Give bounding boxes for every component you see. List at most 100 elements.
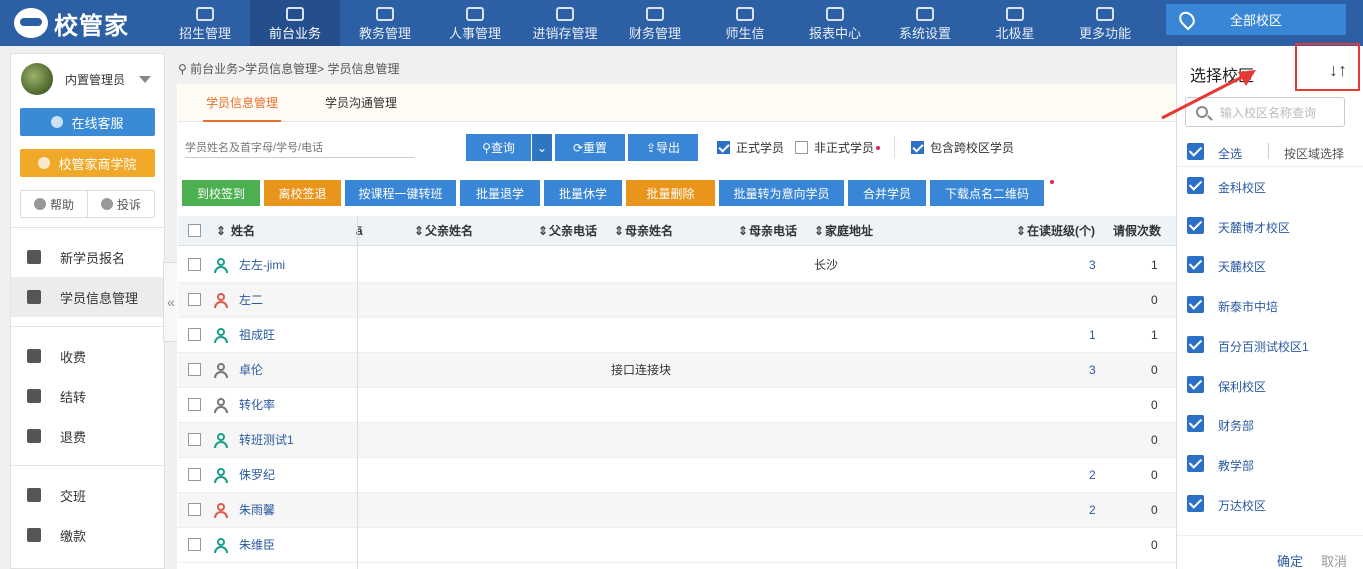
col-address[interactable]: 家庭地址 xyxy=(825,216,873,246)
sidebar-item-3[interactable]: 结转 xyxy=(11,376,164,416)
campus-item[interactable]: 万达校区 xyxy=(1177,485,1363,525)
campus-checkbox[interactable] xyxy=(1187,296,1204,314)
nav-item-4[interactable]: 进销存管理 xyxy=(520,0,610,46)
row-classes[interactable]: 2 xyxy=(1089,493,1096,528)
export-button[interactable]: ⇪ 导出 xyxy=(628,134,698,161)
campus-item[interactable]: 保利校区 xyxy=(1177,366,1363,406)
nav-item-6[interactable]: 师生信 xyxy=(700,0,790,46)
row-checkbox[interactable] xyxy=(188,468,201,481)
download-qrcode-button[interactable]: 下载点名二维码 xyxy=(930,180,1044,206)
col-classes[interactable]: 在读班级(个) xyxy=(1027,216,1095,246)
include-cross-campus-checkbox[interactable]: 包含跨校区学员 xyxy=(911,139,1014,156)
campus-checkbox[interactable] xyxy=(1187,216,1204,234)
campus-select-button[interactable]: 全部校区 xyxy=(1166,4,1346,35)
table-row[interactable]: 卓伦 接口连接块 3 0 xyxy=(178,353,1177,388)
query-button[interactable]: ⚲ 查询 xyxy=(466,134,531,161)
student-name-link[interactable]: 左左-jimi xyxy=(239,248,285,283)
row-checkbox[interactable] xyxy=(188,538,201,551)
campus-item[interactable]: 百分百测试校区1 xyxy=(1177,326,1363,366)
select-all-checkbox[interactable] xyxy=(1187,143,1204,160)
row-checkbox[interactable] xyxy=(188,433,201,446)
campus-item[interactable]: 教学部 xyxy=(1177,445,1363,485)
row-classes[interactable]: 2 xyxy=(1089,458,1096,493)
nav-item-3[interactable]: 人事管理 xyxy=(430,0,520,46)
tab-student-info[interactable]: 学员信息管理 xyxy=(203,84,281,122)
campus-checkbox[interactable] xyxy=(1187,335,1204,353)
table-row[interactable]: 左二 0 xyxy=(178,283,1177,318)
campus-item[interactable]: 金科校区 xyxy=(1177,167,1363,207)
sort-icon[interactable]: ⇕ xyxy=(1016,216,1026,246)
student-name-link[interactable]: 侏罗纪 xyxy=(239,458,275,493)
batch-suspend-button[interactable]: 批量休学 xyxy=(544,180,622,206)
nav-item-10[interactable]: 更多功能 xyxy=(1060,0,1150,46)
student-search-input[interactable] xyxy=(185,138,415,158)
check-in-button[interactable]: 到校签到 xyxy=(182,180,260,206)
help-button[interactable]: 帮助 xyxy=(21,191,87,217)
brand-logo[interactable]: 校管家 xyxy=(14,6,129,40)
sort-icon[interactable]: ⇕ xyxy=(614,216,624,246)
batch-drop-button[interactable]: 批量退学 xyxy=(460,180,540,206)
informal-student-checkbox[interactable]: 非正式学员 xyxy=(795,139,881,156)
reset-button[interactable]: ⟳ 重置 xyxy=(555,134,625,161)
student-name-link[interactable]: 祖成旺 xyxy=(239,318,275,353)
table-row[interactable]: 朱雨馨 2 0 xyxy=(178,493,1177,528)
table-row[interactable]: 祖成旺 1 1 xyxy=(178,318,1177,353)
nav-item-0[interactable]: 招生管理 xyxy=(160,0,250,46)
col-father-phone[interactable]: 父亲电话 xyxy=(549,216,597,246)
sidebar-item-6[interactable]: 缴款 xyxy=(11,515,164,555)
campus-checkbox[interactable] xyxy=(1187,177,1204,194)
student-name-link[interactable]: 转化率 xyxy=(239,388,275,423)
tab-student-communication[interactable]: 学员沟通管理 xyxy=(325,84,397,122)
sidebar-item-0[interactable]: 新学员报名 xyxy=(11,237,164,277)
formal-student-checkbox[interactable]: 正式学员 xyxy=(717,139,784,156)
campus-item[interactable]: 新泰市中培 xyxy=(1177,286,1363,326)
cancel-button[interactable]: 取消 xyxy=(1321,551,1347,569)
sort-icon[interactable]: ⇕ xyxy=(216,216,226,246)
row-checkbox[interactable] xyxy=(188,328,201,341)
student-name-link[interactable]: 卓伦 xyxy=(239,353,263,388)
campus-search-input[interactable]: 输入校区名称查询 xyxy=(1185,97,1345,127)
table-row[interactable]: 侏罗纪 2 0 xyxy=(178,458,1177,493)
complaint-button[interactable]: 投诉 xyxy=(87,191,154,217)
row-checkbox[interactable] xyxy=(188,398,201,411)
nav-item-1[interactable]: 前台业务 xyxy=(250,0,340,46)
transfer-class-button[interactable]: 按课程一键转班 xyxy=(345,180,456,206)
sort-icon[interactable]: ⇕ xyxy=(814,216,824,246)
batch-delete-button[interactable]: 批量删除 xyxy=(626,180,715,206)
batch-to-intent-button[interactable]: 批量转为意向学员 xyxy=(719,180,844,206)
campus-checkbox[interactable] xyxy=(1187,494,1204,512)
row-checkbox[interactable] xyxy=(188,503,201,516)
row-classes[interactable]: 3 xyxy=(1089,353,1096,388)
checkbox-checked[interactable] xyxy=(717,141,730,154)
sidebar-item-2[interactable]: 收费 xyxy=(11,336,164,376)
table-row[interactable]: 转班测试1 0 xyxy=(178,423,1177,458)
row-classes[interactable]: 3 xyxy=(1089,248,1096,283)
col-name[interactable]: 姓名 xyxy=(231,216,255,246)
col-mother-name[interactable]: 母亲姓名 xyxy=(625,216,673,246)
row-checkbox[interactable] xyxy=(188,293,201,306)
table-row[interactable]: 朱维臣 0 xyxy=(178,528,1177,563)
campus-checkbox[interactable] xyxy=(1187,415,1204,433)
campus-checkbox[interactable] xyxy=(1187,454,1204,472)
online-service-button[interactable]: 在线客服 xyxy=(20,108,155,136)
select-by-region-link[interactable]: 按区域选择 xyxy=(1284,145,1344,162)
user-profile[interactable]: 内置管理员 xyxy=(11,54,164,104)
sidebar-item-5[interactable]: 交班 xyxy=(11,475,164,515)
campus-item[interactable]: 天麓博才校区 xyxy=(1177,207,1363,247)
student-name-link[interactable]: 左二 xyxy=(239,283,263,318)
student-name-link[interactable]: 朱雨馨 xyxy=(239,493,275,528)
merge-students-button[interactable]: 合并学员 xyxy=(848,180,926,206)
academy-button[interactable]: 校管家商学院 xyxy=(20,149,155,177)
select-all-rows-checkbox[interactable] xyxy=(188,224,201,237)
nav-item-9[interactable]: 北极星 xyxy=(970,0,1060,46)
nav-item-2[interactable]: 教务管理 xyxy=(340,0,430,46)
campus-item[interactable]: 财务部 xyxy=(1177,405,1363,445)
sidebar-item-1[interactable]: 学员信息管理 xyxy=(11,277,164,317)
nav-item-7[interactable]: 报表中心 xyxy=(790,0,880,46)
campus-item[interactable]: 天麓校区 xyxy=(1177,246,1363,286)
col-father-name[interactable]: 父亲姓名 xyxy=(425,216,473,246)
query-dropdown-toggle[interactable]: ⌄ xyxy=(532,134,552,161)
sidebar-item-4[interactable]: 退费 xyxy=(11,416,164,456)
select-all-label[interactable]: 全选 xyxy=(1218,145,1242,162)
sort-icon[interactable]: ⇕ xyxy=(414,216,424,246)
